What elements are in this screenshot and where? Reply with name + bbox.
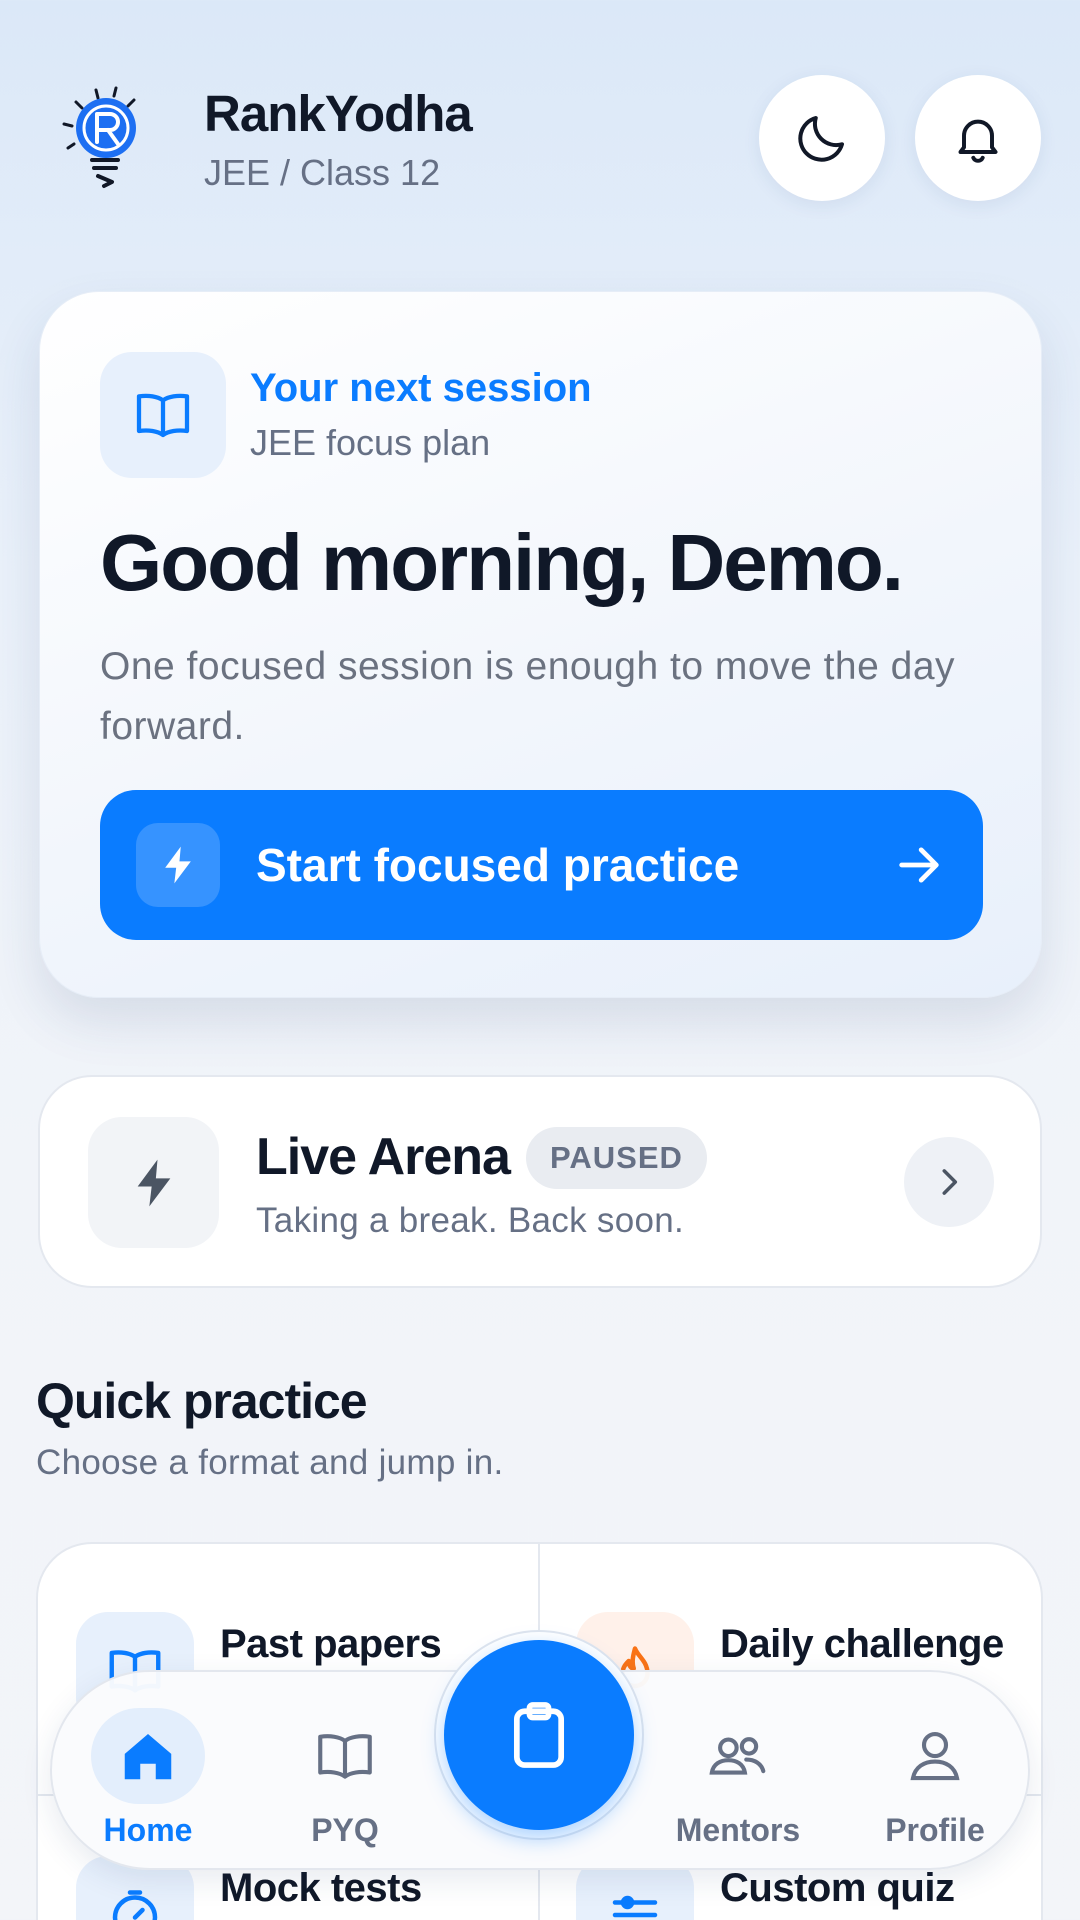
- brand-subtitle: JEE / Class 12: [204, 152, 441, 193]
- chevron-right-icon: [942, 1169, 958, 1195]
- quick-practice-subtitle: Choose a format and jump in.: [36, 1443, 504, 1482]
- nav-label: PYQ: [311, 1812, 379, 1848]
- session-plan: JEE focus plan: [250, 422, 491, 463]
- nav-item-mentors[interactable]: Mentors: [663, 1708, 813, 1849]
- moon-icon: [798, 116, 844, 162]
- arrow-right-icon: [893, 839, 945, 891]
- arena-open-button[interactable]: [904, 1137, 994, 1227]
- book-icon: [136, 393, 190, 438]
- notifications-button[interactable]: [915, 75, 1041, 201]
- theme-toggle-button[interactable]: [759, 75, 885, 201]
- session-kicker: Your next session: [250, 366, 592, 410]
- book-icon: [270, 1708, 420, 1804]
- nav-label: Profile: [885, 1812, 985, 1848]
- nav-item-profile[interactable]: Profile: [860, 1708, 1010, 1849]
- tile-label: Past papers: [220, 1622, 442, 1666]
- bolt-icon: [137, 1159, 170, 1206]
- start-practice-label: Start focused practice: [256, 839, 740, 891]
- arena-subtitle: Taking a break. Back soon.: [256, 1201, 685, 1240]
- start-practice-button[interactable]: Start focused practice: [100, 790, 983, 940]
- tile-label: Custom quiz: [720, 1866, 955, 1910]
- greeting-description: One focused session is enough to move th…: [100, 645, 956, 748]
- practice-fab-button[interactable]: [444, 1640, 634, 1830]
- greeting-title: Good morning, Demo.: [100, 518, 904, 607]
- next-session-card: Your next session JEE focus plan Good mo…: [39, 291, 1042, 998]
- brand-logo: [60, 86, 144, 190]
- users-icon: [663, 1708, 813, 1804]
- user-icon: [860, 1708, 1010, 1804]
- arena-icon-box: [88, 1117, 219, 1248]
- bolt-icon-box: [136, 823, 220, 907]
- quick-practice-title: Quick practice: [36, 1373, 368, 1429]
- nav-item-pyq[interactable]: PYQ: [270, 1708, 420, 1849]
- clipboard-icon: [513, 1702, 565, 1768]
- brand-name: RankYodha: [204, 85, 473, 142]
- practice-fab-ring: [434, 1630, 644, 1840]
- home-icon: [91, 1708, 205, 1804]
- tile-label: Mock tests: [220, 1866, 422, 1910]
- tile-label: Daily challenge: [720, 1622, 1004, 1666]
- bell-icon: [958, 119, 998, 163]
- live-arena-card[interactable]: Live Arena PAUSED Taking a break. Back s…: [38, 1075, 1042, 1288]
- session-icon-box: [100, 352, 226, 478]
- arena-title: Live Arena: [256, 1128, 511, 1186]
- bolt-icon: [165, 846, 191, 884]
- nav-label: Mentors: [675, 1812, 801, 1848]
- status-badge: PAUSED: [526, 1127, 707, 1189]
- nav-item-home[interactable]: Home: [73, 1708, 223, 1849]
- nav-label: Home: [103, 1812, 193, 1848]
